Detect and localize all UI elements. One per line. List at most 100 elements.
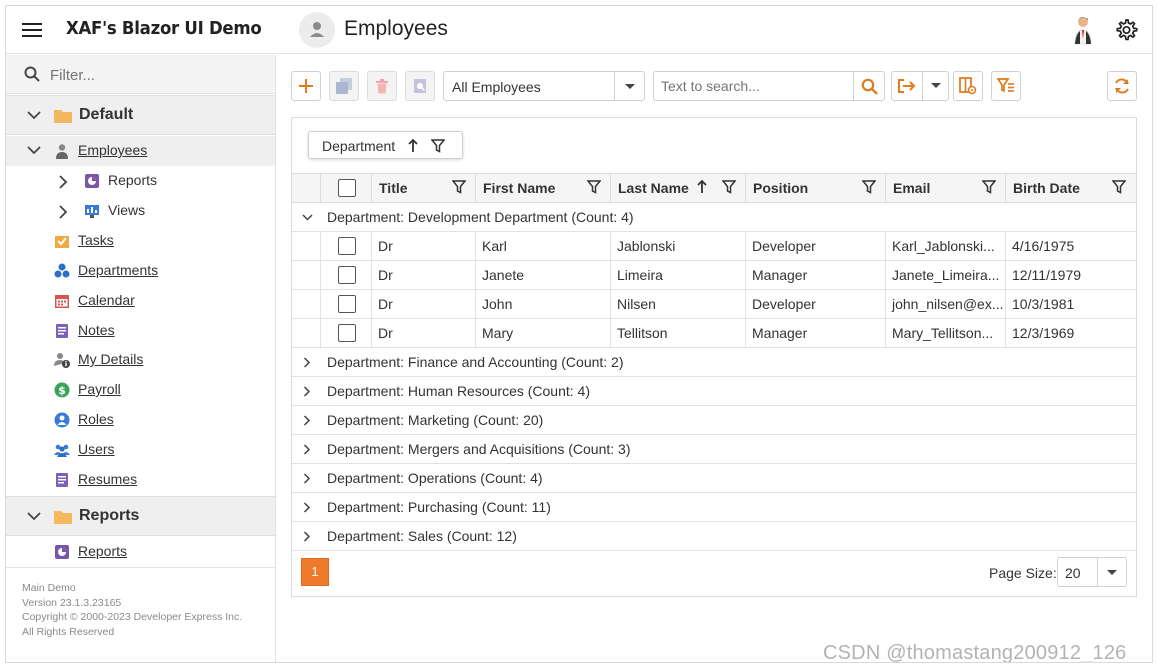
- column-header-first-name[interactable]: First Name: [475, 174, 610, 202]
- filter-builder-button[interactable]: [991, 71, 1021, 101]
- nav-item-resumes[interactable]: Resumes: [6, 465, 275, 495]
- table-cell[interactable]: Karl_Jablonski...: [885, 232, 1005, 260]
- table-cell[interactable]: Dr: [371, 319, 475, 347]
- payroll-icon: $: [54, 382, 70, 398]
- table-cell[interactable]: Developer: [745, 290, 885, 318]
- nav-item-roles[interactable]: Roles: [6, 405, 275, 435]
- group-row-collapsed[interactable]: Department: Human Resources (Count: 4): [292, 377, 1136, 406]
- group-row-collapsed[interactable]: Department: Purchasing (Count: 11): [292, 493, 1136, 522]
- table-cell[interactable]: Jablonski: [610, 232, 745, 260]
- nav-item-departments[interactable]: Departments: [6, 256, 275, 286]
- nav-item-views[interactable]: Views: [6, 196, 275, 226]
- column-header-last-name[interactable]: Last Name: [610, 174, 745, 202]
- table-cell[interactable]: 4/16/1975: [1005, 232, 1136, 260]
- table-cell[interactable]: 12/11/1979: [1005, 261, 1136, 289]
- group-row-collapsed[interactable]: Department: Mergers and Acquisitions (Co…: [292, 435, 1136, 464]
- table-row[interactable]: Dr John Nilsen Developer john_nilsen@ex... 10…: [292, 290, 1136, 319]
- filter-icon[interactable]: [722, 180, 736, 194]
- nav-group-default[interactable]: Default: [6, 95, 275, 135]
- table-cell[interactable]: Dr: [371, 290, 475, 318]
- hamburger-menu-icon[interactable]: [20, 19, 44, 41]
- table-cell[interactable]: Dr: [371, 232, 475, 260]
- search-button[interactable]: [853, 71, 885, 101]
- table-cell[interactable]: Limeira: [610, 261, 745, 289]
- clone-button[interactable]: [329, 71, 359, 101]
- table-cell[interactable]: Mary: [475, 319, 610, 347]
- nav-item-payroll[interactable]: $ Payroll: [6, 375, 275, 405]
- view-title: Employees: [344, 17, 448, 40]
- nav-item-calendar[interactable]: Calendar: [6, 286, 275, 316]
- page-size-select[interactable]: 20: [1057, 557, 1127, 587]
- table-cell[interactable]: John: [475, 290, 610, 318]
- delete-button[interactable]: [367, 71, 397, 101]
- table-row[interactable]: Dr Karl Jablonski Developer Karl_Jablonski..…: [292, 232, 1136, 261]
- nav-item-employees[interactable]: Employees: [6, 136, 275, 166]
- column-header-email[interactable]: Email: [885, 174, 1005, 202]
- grid-search-input[interactable]: [661, 77, 851, 95]
- pager-page-button[interactable]: 1: [301, 558, 329, 586]
- column-header-position[interactable]: Position: [745, 174, 885, 202]
- table-cell[interactable]: Karl: [475, 232, 610, 260]
- nav-item-my-details[interactable]: My Details: [6, 345, 275, 375]
- user-avatar[interactable]: [1072, 15, 1094, 45]
- table-cell[interactable]: Nilsen: [610, 290, 745, 318]
- table-cell[interactable]: 12/3/1969: [1005, 319, 1136, 347]
- tasks-icon: [55, 236, 69, 248]
- table-cell[interactable]: Developer: [745, 232, 885, 260]
- table-cell[interactable]: john_nilsen@ex...: [885, 290, 1005, 318]
- group-row-label: Department: Purchasing (Count: 11): [327, 499, 551, 515]
- nav-item-label: Payroll: [78, 381, 121, 397]
- table-cell[interactable]: Dr: [371, 261, 475, 289]
- table-cell[interactable]: Manager: [745, 261, 885, 289]
- filter-icon[interactable]: [587, 180, 601, 194]
- page-size-label: Page Size:: [989, 565, 1057, 581]
- table-cell[interactable]: Janete: [475, 261, 610, 289]
- chevron-right-icon: [303, 357, 311, 368]
- nav-group-reports[interactable]: Reports: [6, 496, 275, 536]
- row-select-checkbox[interactable]: [338, 324, 356, 342]
- view-filter-value: All Employees: [452, 79, 541, 95]
- nav-item-notes[interactable]: Notes: [6, 316, 275, 346]
- nav-item-reports[interactable]: Reports: [6, 537, 275, 567]
- group-row-collapsed[interactable]: Department: Finance and Accounting (Coun…: [292, 348, 1136, 377]
- table-row[interactable]: Dr Mary Tellitson Manager Mary_Tellitson... 1…: [292, 319, 1136, 348]
- view-filter-select[interactable]: All Employees: [443, 71, 645, 101]
- column-header-birth-date[interactable]: Birth Date: [1005, 174, 1136, 202]
- group-row-collapsed[interactable]: Department: Marketing (Count: 20): [292, 406, 1136, 435]
- group-row-collapsed[interactable]: Department: Operations (Count: 4): [292, 464, 1136, 493]
- filter-icon[interactable]: [452, 180, 466, 194]
- preview-report-button[interactable]: [405, 71, 435, 101]
- table-cell[interactable]: Janete_Limeira...: [885, 261, 1005, 289]
- table-cell[interactable]: Mary_Tellitson...: [885, 319, 1005, 347]
- footer-line: All Rights Reserved: [22, 625, 115, 638]
- column-header-title[interactable]: Title: [371, 174, 475, 202]
- row-select-checkbox[interactable]: [338, 295, 356, 313]
- row-select-checkbox[interactable]: [338, 266, 356, 284]
- filter-icon[interactable]: [982, 180, 996, 194]
- export-button[interactable]: [891, 71, 949, 101]
- refresh-button[interactable]: [1107, 71, 1137, 101]
- group-row-collapsed[interactable]: Department: Sales (Count: 12): [292, 522, 1136, 551]
- nav-item-users[interactable]: Users: [6, 435, 275, 465]
- row-select-checkbox[interactable]: [338, 237, 356, 255]
- table-cell[interactable]: Manager: [745, 319, 885, 347]
- filter-icon[interactable]: [862, 180, 876, 194]
- nav-item-tasks[interactable]: Tasks: [6, 226, 275, 256]
- group-by-chip[interactable]: Department: [308, 131, 463, 159]
- cell-text: Jablonski: [617, 238, 676, 254]
- cell-text: Developer: [752, 296, 816, 312]
- column-chooser-button[interactable]: [953, 71, 983, 101]
- table-row[interactable]: Dr Janete Limeira Manager Janete_Limeira... 1…: [292, 261, 1136, 290]
- table-cell[interactable]: Tellitson: [610, 319, 745, 347]
- cell-text: Nilsen: [617, 296, 656, 312]
- settings-gear-icon[interactable]: [1114, 18, 1138, 42]
- views-icon: [85, 205, 99, 218]
- nav-item-reports-sub[interactable]: Reports: [6, 166, 275, 196]
- new-button[interactable]: [291, 71, 321, 101]
- filter-icon[interactable]: [431, 139, 445, 153]
- nav-filter-input[interactable]: [50, 64, 250, 86]
- group-row-expanded[interactable]: Department: Development Department (Coun…: [292, 203, 1136, 232]
- filter-icon[interactable]: [1112, 180, 1126, 194]
- select-all-checkbox[interactable]: [338, 179, 356, 197]
- table-cell[interactable]: 10/3/1981: [1005, 290, 1136, 318]
